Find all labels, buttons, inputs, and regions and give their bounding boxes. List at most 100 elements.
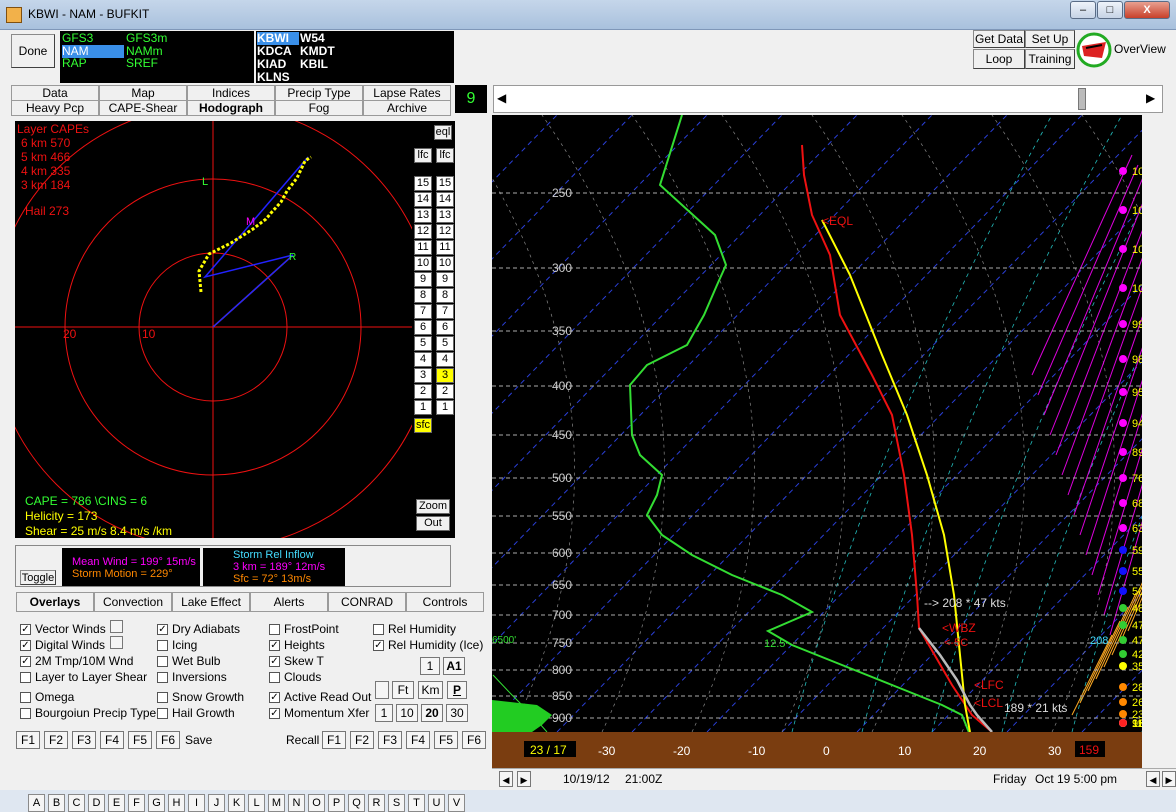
layer-right-4[interactable]: 4 — [436, 352, 454, 367]
tab-overlays[interactable]: Overlays — [16, 592, 94, 612]
layer-left-7[interactable]: 7 — [414, 304, 432, 319]
letter-d-button[interactable]: D — [88, 794, 105, 812]
tab-hodograph[interactable]: Hodograph — [187, 100, 275, 116]
close-button[interactable]: X — [1124, 1, 1170, 19]
layer-right-13[interactable]: 13 — [436, 208, 454, 223]
check-bourgoiun-precip-type[interactable]: Bourgoiun Precip Type — [20, 706, 156, 720]
checkbox-icon[interactable] — [269, 671, 280, 683]
tab-lake-effect[interactable]: Lake Effect — [172, 592, 250, 612]
checkbox-icon[interactable]: ✓ — [20, 623, 31, 635]
tab-cape-shear[interactable]: CAPE-Shear — [99, 100, 187, 116]
layer-left-5[interactable]: 5 — [414, 336, 432, 351]
layer-left-13[interactable]: 13 — [414, 208, 432, 223]
zoom-button[interactable]: Zoom — [416, 499, 450, 514]
tab-lapse-rates[interactable]: Lapse Rates — [363, 85, 451, 101]
layer-right-5[interactable]: 5 — [436, 336, 454, 351]
layer-left-1[interactable]: 1 — [414, 400, 432, 415]
checkbox-icon[interactable] — [20, 707, 31, 719]
layer-left-2[interactable]: 2 — [414, 384, 432, 399]
checkbox-icon[interactable]: ✓ — [20, 639, 31, 651]
layer-left-14[interactable]: 14 — [414, 192, 432, 207]
letter-o-button[interactable]: O — [308, 794, 325, 812]
layer-left-15[interactable]: 15 — [414, 176, 432, 191]
interval-20-button[interactable]: 20 — [421, 704, 443, 722]
save-f4-button[interactable]: F4 — [100, 731, 124, 749]
toggle-button[interactable]: Toggle — [20, 570, 56, 585]
letter-k-button[interactable]: K — [228, 794, 245, 812]
layer-right-11[interactable]: 11 — [436, 240, 454, 255]
letter-v-button[interactable]: V — [448, 794, 465, 812]
letter-s-button[interactable]: S — [388, 794, 405, 812]
check-inversions[interactable]: Inversions — [157, 670, 227, 684]
time-scrollbar[interactable]: ◀ ▶ — [493, 85, 1163, 113]
letter-m-button[interactable]: M — [268, 794, 285, 812]
check-icing[interactable]: Icing — [157, 638, 197, 652]
tab-heavy-pcp[interactable]: Heavy Pcp — [11, 100, 99, 116]
status-next-button[interactable]: ▶ — [1162, 771, 1176, 787]
done-button[interactable]: Done — [11, 34, 55, 68]
tab-indices[interactable]: Indices — [187, 85, 275, 101]
save-f6-button[interactable]: F6 — [156, 731, 180, 749]
km-button[interactable]: Km — [418, 681, 443, 699]
tab-convection[interactable]: Convection — [94, 592, 172, 612]
letter-r-button[interactable]: R — [368, 794, 385, 812]
checkbox-icon[interactable] — [20, 691, 31, 703]
p-button[interactable]: P — [447, 681, 467, 699]
checkbox-icon[interactable] — [373, 623, 384, 635]
digital-winds-options-button[interactable] — [110, 636, 123, 649]
layer-right-3[interactable]: 3 — [436, 368, 454, 383]
tab-fog[interactable]: Fog — [275, 100, 363, 116]
checkbox-icon[interactable]: ✓ — [20, 655, 31, 667]
loop-button[interactable]: Loop — [973, 49, 1025, 69]
recall-f4-button[interactable]: F4 — [406, 731, 430, 749]
layer-right-9[interactable]: 9 — [436, 272, 454, 287]
letter-i-button[interactable]: I — [188, 794, 205, 812]
check-snow-growth[interactable]: Snow Growth — [157, 690, 244, 704]
layer-right-6[interactable]: 6 — [436, 320, 454, 335]
eql-button[interactable]: eql — [434, 125, 452, 140]
layer-right-2[interactable]: 2 — [436, 384, 454, 399]
model-sref[interactable]: SREF — [126, 57, 188, 70]
checkbox-icon[interactable]: ✓ — [269, 707, 280, 719]
check-hail-growth[interactable]: Hail Growth — [157, 706, 235, 720]
layer-right-1[interactable]: 1 — [436, 400, 454, 415]
letter-b-button[interactable]: B — [48, 794, 65, 812]
save-f2-button[interactable]: F2 — [44, 731, 68, 749]
checkbox-icon[interactable]: ✓ — [157, 623, 168, 635]
letter-e-button[interactable]: E — [108, 794, 125, 812]
letter-c-button[interactable]: C — [68, 794, 85, 812]
check-active-read-out[interactable]: ✓ Active Read Out — [269, 690, 371, 704]
get-data-button[interactable]: Get Data — [973, 30, 1025, 48]
layer-right-14[interactable]: 14 — [436, 192, 454, 207]
checkbox-icon[interactable] — [269, 623, 280, 635]
prev-time-button[interactable]: ◀ — [499, 771, 513, 787]
model-rap[interactable]: RAP — [62, 57, 124, 70]
layer-left-9[interactable]: 9 — [414, 272, 432, 287]
checkbox-icon[interactable] — [157, 707, 168, 719]
scroll-left-icon[interactable]: ◀ — [497, 91, 506, 105]
tab-precip-type[interactable]: Precip Type — [275, 85, 363, 101]
checkbox-icon[interactable]: ✓ — [269, 639, 280, 651]
letter-h-button[interactable]: H — [168, 794, 185, 812]
scroll-thumb[interactable] — [1078, 88, 1086, 110]
letter-l-button[interactable]: L — [248, 794, 265, 812]
letter-f-button[interactable]: F — [128, 794, 145, 812]
save-f1-button[interactable]: F1 — [16, 731, 40, 749]
checkbox-icon[interactable] — [157, 671, 168, 683]
tab-alerts[interactable]: Alerts — [250, 592, 328, 612]
recall-f2-button[interactable]: F2 — [350, 731, 374, 749]
save-f5-button[interactable]: F5 — [128, 731, 152, 749]
letter-a-button[interactable]: A — [28, 794, 45, 812]
layer-left-10[interactable]: 10 — [414, 256, 432, 271]
save-f3-button[interactable]: F3 — [72, 731, 96, 749]
maximize-button[interactable]: □ — [1097, 1, 1123, 19]
recall-f6-button[interactable]: F6 — [462, 731, 486, 749]
check-frostpoint[interactable]: FrostPoint — [269, 622, 339, 636]
check-vector-winds[interactable]: ✓ Vector Winds — [20, 622, 106, 636]
check-clouds[interactable]: Clouds — [269, 670, 321, 684]
tab-data[interactable]: Data — [11, 85, 99, 101]
next-time-button[interactable]: ▶ — [517, 771, 531, 787]
tab-archive[interactable]: Archive — [363, 100, 451, 116]
lfc-left-button[interactable]: lfc — [414, 148, 432, 163]
station-kbil[interactable]: KBIL — [300, 58, 342, 71]
